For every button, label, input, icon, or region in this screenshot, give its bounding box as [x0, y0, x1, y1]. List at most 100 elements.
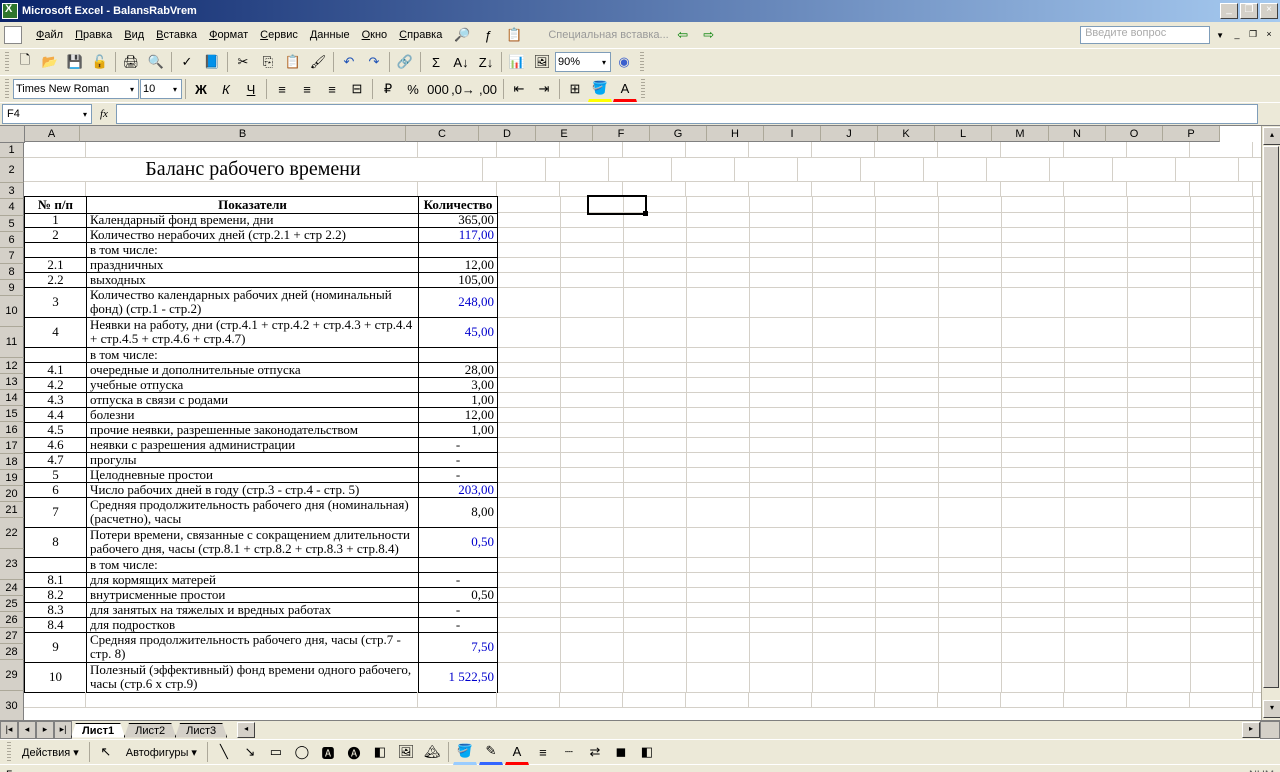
cell[interactable]: [498, 257, 561, 273]
cell[interactable]: 4.1: [24, 362, 87, 378]
cell[interactable]: [24, 181, 86, 197]
cell[interactable]: [1065, 572, 1128, 588]
cell[interactable]: [687, 392, 750, 408]
cell[interactable]: Потери времени, связанные с сокращением …: [87, 527, 419, 558]
cell[interactable]: [1128, 467, 1191, 483]
font-color-icon[interactable]: A: [613, 76, 637, 102]
cell[interactable]: [876, 347, 939, 363]
cell[interactable]: [687, 196, 750, 213]
cell[interactable]: [483, 157, 546, 182]
cell[interactable]: 3,00: [419, 377, 498, 393]
cell[interactable]: [813, 632, 876, 663]
cell[interactable]: [1065, 617, 1128, 633]
cell[interactable]: [1128, 287, 1191, 318]
cell[interactable]: [1065, 557, 1128, 573]
decrease-indent-icon[interactable]: ⇤: [507, 77, 531, 101]
cell[interactable]: 5: [24, 467, 87, 483]
cell[interactable]: [876, 632, 939, 663]
cell[interactable]: [1191, 287, 1254, 318]
cell[interactable]: [624, 557, 687, 573]
align-left-icon[interactable]: ≡: [270, 77, 294, 101]
cell[interactable]: [876, 407, 939, 423]
restore-button[interactable]: ❐: [1240, 3, 1258, 19]
col-header-J[interactable]: J: [821, 126, 878, 142]
cell[interactable]: [1128, 482, 1191, 498]
percent-icon[interactable]: %: [401, 77, 425, 101]
cell[interactable]: [498, 662, 561, 693]
cell[interactable]: [624, 527, 687, 558]
cell[interactable]: [1065, 272, 1128, 288]
cell[interactable]: [1191, 362, 1254, 378]
column-headers[interactable]: ABCDEFGHIJKLMNOP: [24, 126, 1262, 142]
col-header-P[interactable]: P: [1163, 126, 1220, 142]
forward-icon[interactable]: ⇨: [697, 23, 721, 47]
cell[interactable]: [750, 377, 813, 393]
cell[interactable]: [498, 587, 561, 603]
cell[interactable]: [624, 196, 687, 213]
cell[interactable]: [750, 467, 813, 483]
cell[interactable]: [561, 377, 624, 393]
cut-icon[interactable]: ✂: [231, 50, 255, 74]
ask-question-box[interactable]: Введите вопрос: [1080, 26, 1210, 44]
cell[interactable]: для занятых на тяжелых и вредных работах: [87, 602, 419, 618]
cell[interactable]: [813, 422, 876, 438]
row-header[interactable]: 19: [0, 470, 24, 486]
cell[interactable]: [560, 692, 623, 708]
preview-icon[interactable]: 🔍: [144, 50, 168, 74]
cell[interactable]: [561, 437, 624, 453]
cell[interactable]: [561, 662, 624, 693]
cell[interactable]: [1065, 437, 1128, 453]
cell[interactable]: [861, 157, 924, 182]
cell[interactable]: [1191, 602, 1254, 618]
cell[interactable]: [1128, 617, 1191, 633]
cell[interactable]: [1191, 227, 1254, 243]
dash-style-icon[interactable]: ┈: [557, 740, 581, 764]
cell[interactable]: [1191, 662, 1254, 693]
cell[interactable]: [813, 557, 876, 573]
row-header[interactable]: 10: [0, 296, 24, 327]
cell[interactable]: 4.4: [24, 407, 87, 423]
cell[interactable]: [561, 242, 624, 258]
cell[interactable]: [749, 181, 812, 197]
cell[interactable]: [687, 407, 750, 423]
cell[interactable]: [419, 242, 498, 258]
spreadsheet-grid[interactable]: ABCDEFGHIJKLMNOP 12345678910111213141516…: [0, 125, 1280, 720]
undo-icon[interactable]: ↶: [337, 50, 361, 74]
cell[interactable]: [86, 692, 418, 708]
cell[interactable]: [561, 497, 624, 528]
align-center-icon[interactable]: ≡: [295, 77, 319, 101]
borders-icon[interactable]: ⊞: [563, 77, 587, 101]
underline-icon[interactable]: Ч: [239, 77, 263, 101]
cell[interactable]: [498, 497, 561, 528]
cell[interactable]: праздничных: [87, 257, 419, 273]
cell[interactable]: [687, 317, 750, 348]
cell[interactable]: [561, 632, 624, 663]
cell[interactable]: неявки с разрешения администрации: [87, 437, 419, 453]
mdi-close-button[interactable]: ×: [1262, 29, 1276, 41]
cell[interactable]: [1065, 407, 1128, 423]
cell[interactable]: [812, 692, 875, 708]
row-header[interactable]: 11: [0, 327, 24, 358]
cell[interactable]: [750, 497, 813, 528]
cell[interactable]: [750, 452, 813, 468]
cell[interactable]: [1065, 587, 1128, 603]
cell[interactable]: [1065, 422, 1128, 438]
cell[interactable]: [1065, 287, 1128, 318]
scroll-up-icon[interactable]: ▴: [1263, 127, 1280, 145]
row-header[interactable]: 1: [0, 142, 24, 158]
cell[interactable]: 117,00: [419, 227, 498, 243]
cell[interactable]: 8,00: [419, 497, 498, 528]
row-header[interactable]: 29: [0, 660, 24, 691]
cell[interactable]: [1065, 362, 1128, 378]
cell[interactable]: 28,00: [419, 362, 498, 378]
cell[interactable]: [624, 587, 687, 603]
cell[interactable]: [1064, 692, 1127, 708]
cell[interactable]: [624, 242, 687, 258]
cell[interactable]: 365,00: [419, 212, 498, 228]
cell[interactable]: [561, 587, 624, 603]
cell[interactable]: [1128, 272, 1191, 288]
cell[interactable]: [1002, 257, 1065, 273]
spellcheck-icon[interactable]: ✓: [175, 50, 199, 74]
cell[interactable]: [876, 452, 939, 468]
cell[interactable]: [1064, 142, 1127, 158]
